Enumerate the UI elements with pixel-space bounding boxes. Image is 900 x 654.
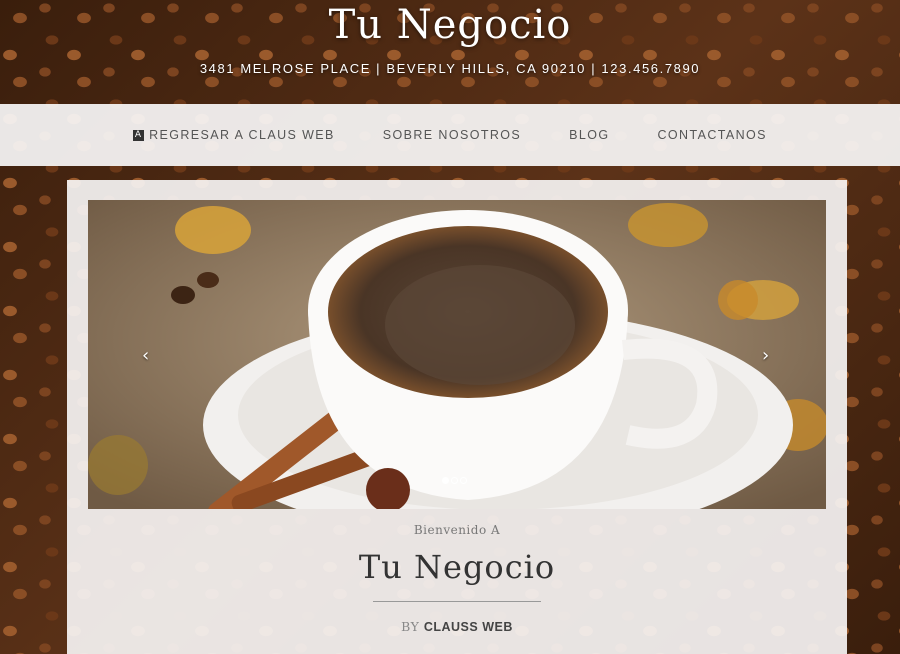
nav-item-label: SOBRE NOSOTROS (382, 128, 522, 142)
main-nav: a REGRESAR A CLAUS WEB SOBRE NOSOTROS BL… (0, 104, 900, 166)
site-header: Tu Negocio 3481 MELROSE PLACE | BEVERLY … (0, 0, 900, 104)
slider-dot-3[interactable] (460, 477, 467, 484)
byline-author[interactable]: CLAUSS WEB (424, 620, 513, 634)
welcome-title: Tu Negocio (358, 548, 556, 586)
coffee-cup-image (88, 200, 826, 509)
slider-prev-button[interactable]: ‹ (142, 345, 149, 366)
nav-item-regresar[interactable]: a REGRESAR A CLAUS WEB (133, 128, 335, 142)
nav-item-sobre-nosotros[interactable]: SOBRE NOSOTROS (383, 128, 521, 142)
slider-next-button[interactable]: › (762, 345, 769, 366)
claus-web-icon: a (133, 129, 145, 141)
welcome-subtitle: Bienvenido A (413, 523, 501, 537)
site-address: 3481 MELROSE PLACE | BEVERLY HILLS, CA 9… (199, 61, 701, 76)
slider-dot-1[interactable] (442, 477, 449, 484)
nav-item-blog[interactable]: BLOG (569, 128, 609, 142)
image-slider[interactable]: ‹ › (88, 200, 826, 509)
slider-dot-2[interactable] (451, 477, 458, 484)
slider-pagination (441, 477, 468, 484)
nav-item-contactanos[interactable]: CONTACTANOS (658, 128, 767, 142)
byline: BY CLAUSS WEB (67, 619, 847, 634)
divider (373, 601, 541, 602)
nav-item-label: REGRESAR A CLAUS WEB (149, 128, 335, 142)
site-title[interactable]: Tu Negocio (0, 2, 900, 48)
content-box: ‹ › Bienvenido A Tu Negocio BY CLAUSS WE… (67, 180, 847, 654)
nav-item-label: CONTACTANOS (657, 128, 767, 142)
nav-item-label: BLOG (569, 128, 610, 142)
byline-prefix: BY (401, 619, 420, 634)
